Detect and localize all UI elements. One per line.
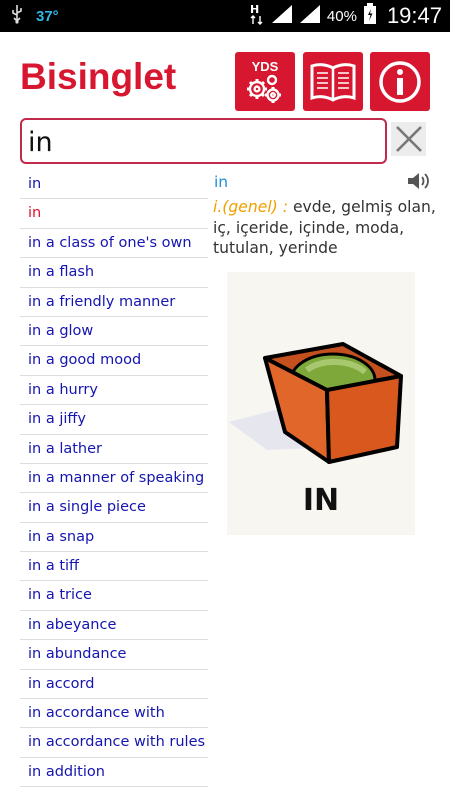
word-list-item[interactable]: in [20, 170, 208, 200]
app-title: Bisinglet [20, 56, 177, 97]
word-list-item[interactable]: in a tiff [20, 552, 208, 582]
clear-search-button[interactable] [391, 122, 426, 156]
clock: 19:47 [386, 3, 442, 28]
detail-word: in [214, 173, 229, 191]
word-list-item[interactable]: in a single piece [20, 493, 208, 523]
info-icon [379, 60, 421, 103]
status-bar: 37° H 40% 19:47 [0, 0, 450, 32]
info-button[interactable] [370, 52, 430, 111]
word-list-item[interactable]: in addition [20, 758, 208, 788]
word-list-item[interactable]: in a jiffy [20, 405, 208, 435]
temperature-readout: 37° [36, 7, 59, 25]
yds-label: YDS [252, 59, 279, 74]
illustration-image: IN [227, 272, 415, 535]
data-transfer-icon: H [249, 2, 265, 30]
signal-icon [271, 4, 293, 28]
word-list-item[interactable]: in accordance with rules [20, 728, 208, 758]
word-list-item[interactable]: in abeyance [20, 611, 208, 641]
word-list-item[interactable]: in accord [20, 670, 208, 700]
illustration-caption: IN [303, 483, 339, 518]
pronounce-button[interactable] [406, 170, 432, 192]
usb-icon [10, 4, 24, 28]
word-list-item[interactable]: in accordance with [20, 699, 208, 729]
word-list-item[interactable]: in a good mood [20, 346, 208, 376]
word-list-item[interactable]: in a friendly manner [20, 288, 208, 317]
word-list-item[interactable]: in a manner of speaking [20, 464, 208, 494]
part-of-speech: i.(genel) : [213, 198, 288, 216]
book-button[interactable] [303, 52, 363, 111]
yds-button[interactable]: YDS [235, 52, 295, 111]
battery-percent: 40% [326, 7, 357, 25]
close-icon [395, 126, 422, 152]
speaker-icon [408, 173, 429, 189]
word-list-item[interactable]: in a lather [20, 435, 208, 464]
word-list-item[interactable]: in a hurry [20, 376, 208, 406]
book-icon [310, 62, 356, 102]
word-list-item[interactable]: in a class of one's own [20, 229, 208, 259]
word-list-item[interactable]: in [20, 199, 208, 229]
word-list: in in in a class of one's own in a flash in … [20, 170, 208, 788]
search-box[interactable] [20, 118, 387, 164]
definition: i.(genel) : evde, gelmiş olan, iç, içeri… [213, 197, 438, 259]
word-list-item[interactable]: in a glow [20, 317, 208, 347]
word-list-item[interactable]: in a snap [20, 523, 208, 553]
signal-icon-2 [299, 4, 321, 28]
svg-text:H: H [250, 3, 259, 16]
word-list-item[interactable]: in abundance [20, 640, 208, 670]
yds-gears-icon: YDS [247, 59, 281, 103]
search-input[interactable] [28, 124, 378, 160]
word-list-item[interactable]: in a flash [20, 258, 208, 288]
word-list-item[interactable]: in a trice [20, 581, 208, 611]
battery-icon [363, 3, 377, 29]
